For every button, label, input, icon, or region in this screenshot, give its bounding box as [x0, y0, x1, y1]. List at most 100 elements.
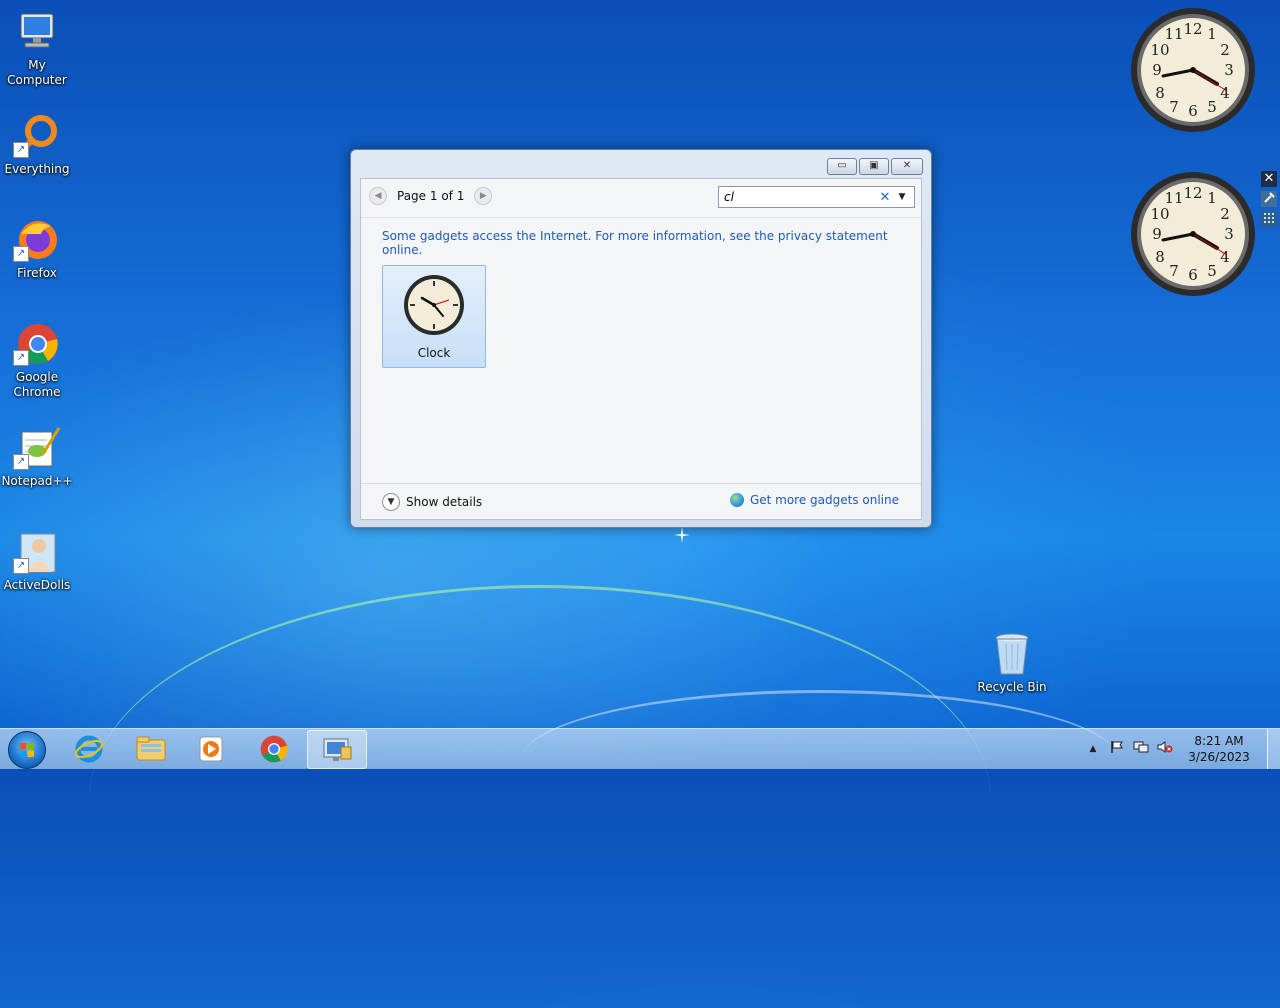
- activedolls-icon: ↗: [13, 528, 61, 576]
- desktop-icon-my-computer[interactable]: My Computer: [1, 8, 73, 88]
- svg-text:10: 10: [1150, 41, 1169, 59]
- svg-text:7: 7: [1169, 98, 1179, 116]
- show-hidden-icons-chevron-icon[interactable]: ▲: [1084, 740, 1102, 758]
- taskbar-clock[interactable]: 8:21 AM 3/26/2023: [1185, 733, 1253, 765]
- svg-text:11: 11: [1164, 25, 1183, 43]
- clock-icon: [404, 275, 464, 335]
- svg-text:5: 5: [1207, 262, 1217, 280]
- chrome-icon: [260, 735, 288, 762]
- close-button[interactable]: ✕: [891, 158, 923, 175]
- gadget-close-button[interactable]: ✕: [1261, 171, 1277, 187]
- clock-gadget[interactable]: 12 3 6 9 12 45 78 1011: [1129, 6, 1257, 134]
- restore-button[interactable]: ▣: [859, 158, 889, 175]
- taskbar-media-player[interactable]: [182, 730, 240, 767]
- svg-text:8: 8: [1155, 248, 1165, 266]
- svg-text:7: 7: [1169, 262, 1179, 280]
- divider: [361, 217, 921, 218]
- svg-text:9: 9: [1152, 61, 1162, 79]
- desktop-icon-google-chrome[interactable]: ↗ Google Chrome: [1, 320, 73, 400]
- get-more-gadgets-link[interactable]: Get more gadgets online: [729, 493, 899, 507]
- shortcut-arrow-icon: ↗: [13, 454, 29, 470]
- search-box: ✕ ▼: [718, 186, 915, 208]
- svg-text:6: 6: [1188, 102, 1198, 120]
- desktop-icon-activedolls[interactable]: ↗ ActiveDolls: [1, 528, 73, 593]
- desktop-icon-recycle-bin[interactable]: Recycle Bin: [976, 630, 1048, 695]
- chrome-icon: ↗: [13, 320, 61, 368]
- svg-text:4: 4: [1220, 248, 1230, 266]
- svg-text:6: 6: [1188, 266, 1198, 284]
- svg-text:8: 8: [1155, 84, 1165, 102]
- computer-icon: [13, 8, 61, 56]
- network-icon[interactable]: [1132, 740, 1150, 758]
- windows-logo-icon: [20, 743, 34, 757]
- taskbar-internet-explorer[interactable]: [60, 730, 118, 767]
- svg-text:12: 12: [1183, 184, 1202, 202]
- window-controls: ▭ ▣ ✕: [827, 158, 923, 175]
- svg-text:4: 4: [1220, 84, 1230, 102]
- desktop-icon-notepad-plus-plus[interactable]: ↗ Notepad++: [1, 424, 73, 489]
- file-explorer-icon: [136, 736, 166, 760]
- shortcut-arrow-icon: ↗: [13, 246, 29, 262]
- recycle-bin-icon: [988, 630, 1036, 678]
- show-desktop-button[interactable]: [1267, 729, 1280, 769]
- svg-text:1: 1: [1207, 25, 1217, 43]
- media-player-icon: [199, 736, 223, 761]
- shortcut-arrow-icon: ↗: [13, 350, 29, 366]
- show-details-label: Show details: [406, 495, 483, 509]
- volume-muted-icon[interactable]: [1156, 740, 1174, 758]
- desktop-icon-label: My Computer: [7, 58, 67, 87]
- taskbar-chrome[interactable]: [245, 730, 303, 767]
- gadgets-gallery-window: ▭ ▣ ✕ ◀ Page 1 of 1 ▶ ✕ ▼ Some gadgets a…: [350, 149, 932, 528]
- gadget-drag-handle-icon[interactable]: [1261, 211, 1277, 227]
- svg-text:1: 1: [1207, 189, 1217, 207]
- clock-gadget[interactable]: 12 3 6 9 12 45 78 1011: [1129, 170, 1257, 298]
- get-more-gadgets-label: Get more gadgets online: [749, 493, 899, 507]
- everything-search-icon: ↗: [13, 112, 61, 160]
- svg-text:9: 9: [1152, 225, 1162, 243]
- page-indicator: Page 1 of 1: [397, 189, 465, 203]
- gadgets-window-body: ◀ Page 1 of 1 ▶ ✕ ▼ Some gadgets access …: [360, 178, 922, 520]
- notepad-plus-plus-icon: ↗: [13, 424, 61, 472]
- next-page-button[interactable]: ▶: [474, 187, 493, 205]
- previous-page-button[interactable]: ◀: [369, 187, 387, 205]
- start-button[interactable]: [8, 731, 46, 769]
- desktop-icon-label: Notepad++: [1, 474, 73, 488]
- desktop-icon-firefox[interactable]: ↗ Firefox: [1, 216, 73, 281]
- desktop-icon-everything[interactable]: ↗ Everything: [1, 112, 73, 177]
- globe-icon: [729, 493, 744, 507]
- taskbar-file-explorer[interactable]: [122, 730, 180, 767]
- privacy-notice-link[interactable]: Some gadgets access the Internet. For mo…: [382, 229, 921, 257]
- desktop-icon-label: Everything: [4, 162, 70, 176]
- clock-time: 8:21 AM: [1194, 734, 1244, 748]
- svg-text:11: 11: [1164, 189, 1183, 207]
- clear-search-icon[interactable]: ✕: [876, 190, 894, 205]
- show-details-toggle[interactable]: ▼ Show details: [382, 493, 482, 511]
- taskbar-gadgets[interactable]: [307, 730, 367, 769]
- gadget-options-icon[interactable]: [1261, 191, 1277, 207]
- desktop-icon-label: Recycle Bin: [977, 680, 1047, 694]
- desktop-icon-label: ActiveDolls: [3, 578, 71, 592]
- divider: [361, 483, 921, 484]
- gadgets-window-icon: [323, 738, 352, 761]
- minimize-button[interactable]: ▭: [827, 158, 857, 175]
- internet-explorer-icon: [75, 735, 103, 762]
- search-input[interactable]: [719, 189, 876, 205]
- svg-text:2: 2: [1220, 41, 1230, 59]
- shortcut-arrow-icon: ↗: [13, 142, 29, 158]
- chevron-down-icon: ▼: [382, 493, 400, 511]
- svg-text:12: 12: [1183, 20, 1202, 38]
- gadget-tile-clock[interactable]: Clock: [382, 265, 486, 368]
- pager: ◀ Page 1 of 1 ▶: [369, 187, 493, 205]
- svg-text:10: 10: [1150, 205, 1169, 223]
- search-dropdown-icon[interactable]: ▼: [894, 192, 910, 202]
- desktop-icon-label: Google Chrome: [13, 370, 61, 399]
- firefox-icon: ↗: [13, 216, 61, 264]
- shortcut-arrow-icon: ↗: [13, 558, 29, 574]
- system-tray: ▲ 8:21 AM 3/26/2023: [1081, 729, 1280, 769]
- svg-text:5: 5: [1207, 98, 1217, 116]
- action-center-flag-icon[interactable]: [1108, 740, 1126, 758]
- svg-text:2: 2: [1220, 205, 1230, 223]
- svg-text:3: 3: [1224, 61, 1234, 79]
- busy-sparkle-icon: [674, 527, 690, 543]
- gadget-tile-label: Clock: [417, 346, 451, 360]
